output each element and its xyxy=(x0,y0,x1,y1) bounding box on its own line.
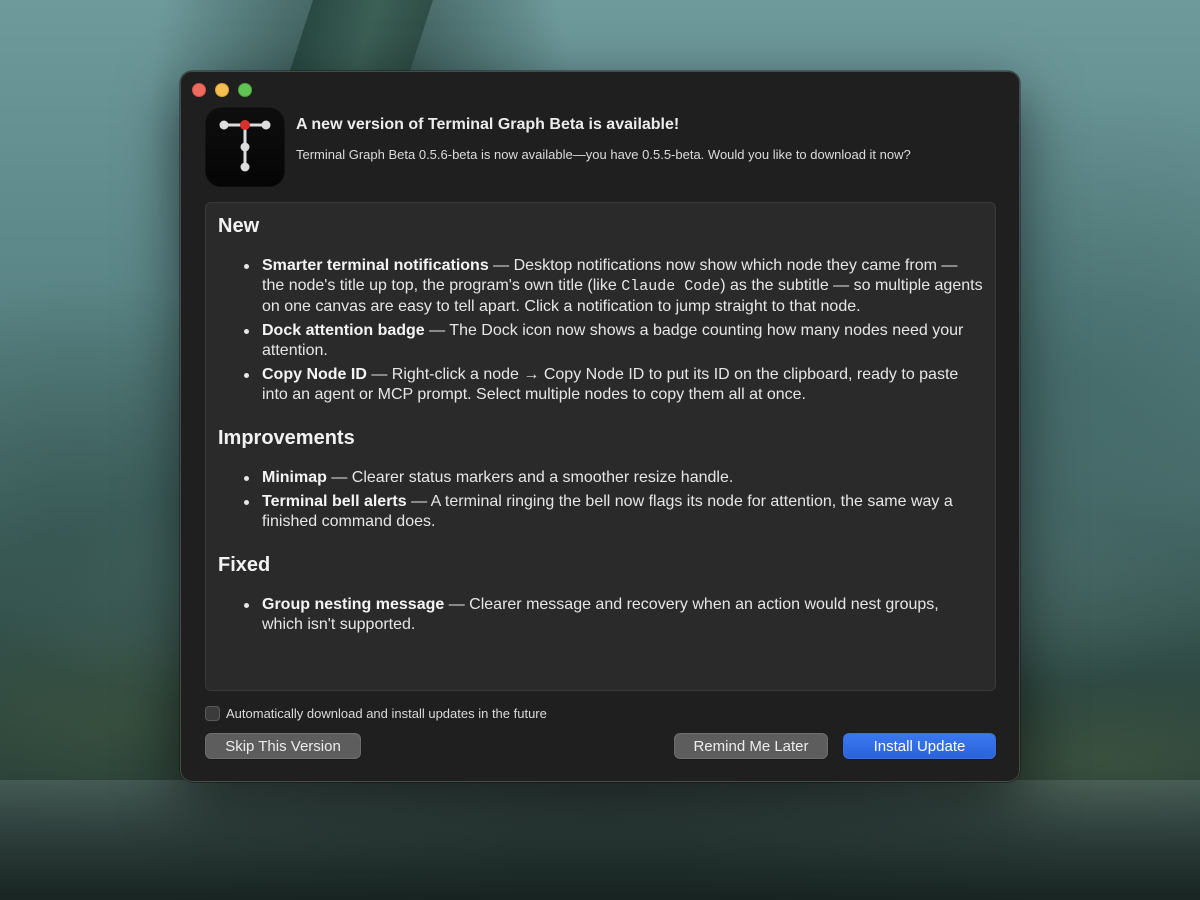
list-item: Terminal bell alerts — A terminal ringin… xyxy=(242,492,983,532)
terminal-graph-icon xyxy=(205,107,285,187)
auto-update-row[interactable]: Automatically download and install updat… xyxy=(205,706,547,721)
list-item: Group nesting message — Clearer message … xyxy=(242,595,983,635)
remind-later-button[interactable]: Remind Me Later xyxy=(674,733,828,759)
list-item: Minimap — Clearer status markers and a s… xyxy=(242,468,983,488)
list-item: Copy Node ID — Right-click a node → Copy… xyxy=(242,365,983,405)
minimize-window-button[interactable] xyxy=(215,83,229,97)
window-controls xyxy=(192,83,252,97)
list-item: Dock attention badge — The Dock icon now… xyxy=(242,321,983,361)
skip-version-button[interactable]: Skip This Version xyxy=(205,733,361,759)
section-heading-new: New xyxy=(218,215,260,237)
auto-update-label: Automatically download and install updat… xyxy=(226,706,547,721)
auto-update-checkbox[interactable] xyxy=(205,706,220,721)
install-update-button[interactable]: Install Update xyxy=(843,733,996,759)
section-heading-fixed: Fixed xyxy=(218,554,271,576)
release-notes-panel[interactable]: New Smarter terminal notifications — Des… xyxy=(205,202,996,691)
list-item: Smarter terminal notifications — Desktop… xyxy=(242,256,983,317)
improvements-items-list: Minimap — Clearer status markers and a s… xyxy=(218,468,983,532)
update-dialog: A new version of Terminal Graph Beta is … xyxy=(180,71,1020,782)
section-heading-improvements: Improvements xyxy=(218,427,355,449)
close-window-button[interactable] xyxy=(192,83,206,97)
dialog-title: A new version of Terminal Graph Beta is … xyxy=(296,116,680,133)
dialog-subtitle: Terminal Graph Beta 0.5.6-beta is now av… xyxy=(296,147,911,162)
fixed-items-list: Group nesting message — Clearer message … xyxy=(218,595,983,635)
wallpaper-water xyxy=(0,780,1200,900)
zoom-window-button[interactable] xyxy=(238,83,252,97)
new-items-list: Smarter terminal notifications — Desktop… xyxy=(218,256,983,405)
